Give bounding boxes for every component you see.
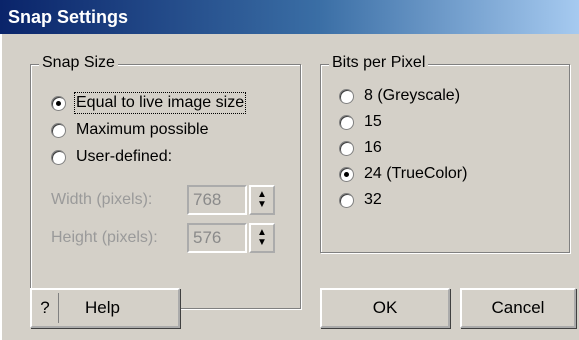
- radio-button-selected[interactable]: [339, 166, 354, 182]
- snap-size-group: Snap Size Equal to live image size Maxim…: [30, 54, 301, 309]
- radio-button[interactable]: [51, 149, 66, 165]
- radio-button[interactable]: [339, 114, 354, 130]
- radio-button[interactable]: [51, 122, 66, 138]
- radio-user-defined[interactable]: User-defined:: [51, 146, 172, 168]
- radio-label: 32: [364, 191, 382, 208]
- cancel-button-label: Cancel: [491, 298, 545, 317]
- width-input[interactable]: 768: [187, 185, 247, 215]
- bits-per-pixel-group: Bits per Pixel 8 (Greyscale) 15 16 24 (T…: [320, 54, 570, 253]
- radio-24-truecolor[interactable]: 24 (TrueColor): [339, 163, 467, 185]
- height-spinner[interactable]: ▲ ▼: [249, 223, 275, 253]
- radio-label: User-defined:: [76, 148, 173, 165]
- ok-button[interactable]: OK: [320, 288, 450, 328]
- radio-label: Equal to live image size: [73, 92, 247, 114]
- snap-size-legend: Snap Size: [39, 54, 118, 72]
- bits-per-pixel-legend: Bits per Pixel: [329, 54, 429, 72]
- radio-15[interactable]: 15: [339, 111, 382, 133]
- height-row: Height (pixels): 576 ▲ ▼: [51, 223, 275, 253]
- cancel-button[interactable]: Cancel: [460, 288, 576, 328]
- width-row: Width (pixels): 768 ▲ ▼: [51, 185, 275, 215]
- help-button[interactable]: ? Help: [30, 288, 180, 328]
- radio-label: 16: [364, 139, 382, 156]
- radio-button[interactable]: [339, 140, 354, 156]
- radio-button[interactable]: [339, 192, 354, 208]
- radio-label: 24 (TrueColor): [364, 165, 468, 182]
- dialog-body: Snap Size Equal to live image size Maxim…: [0, 34, 579, 340]
- spin-down-icon: ▼: [257, 237, 267, 248]
- help-question-icon: ?: [32, 293, 59, 323]
- height-label: Height (pixels):: [51, 229, 158, 246]
- width-spinner[interactable]: ▲ ▼: [249, 185, 275, 215]
- radio-8-greyscale[interactable]: 8 (Greyscale): [339, 85, 460, 107]
- width-label: Width (pixels):: [51, 191, 153, 208]
- radio-label: 8 (Greyscale): [364, 87, 461, 104]
- window-title: Snap Settings: [8, 7, 129, 27]
- ok-button-label: OK: [372, 298, 398, 317]
- radio-button-selected[interactable]: [51, 95, 66, 111]
- title-bar[interactable]: Snap Settings: [0, 0, 579, 34]
- spin-down-icon: ▼: [257, 199, 267, 210]
- height-input[interactable]: 576: [187, 223, 247, 253]
- radio-equal-live-size[interactable]: Equal to live image size: [51, 92, 247, 114]
- radio-32[interactable]: 32: [339, 189, 382, 211]
- radio-16[interactable]: 16: [339, 137, 382, 159]
- radio-button[interactable]: [339, 88, 354, 104]
- radio-label: 15: [364, 113, 382, 130]
- help-button-label: Help: [85, 298, 120, 317]
- radio-maximum-possible[interactable]: Maximum possible: [51, 119, 208, 141]
- radio-label: Maximum possible: [76, 121, 209, 138]
